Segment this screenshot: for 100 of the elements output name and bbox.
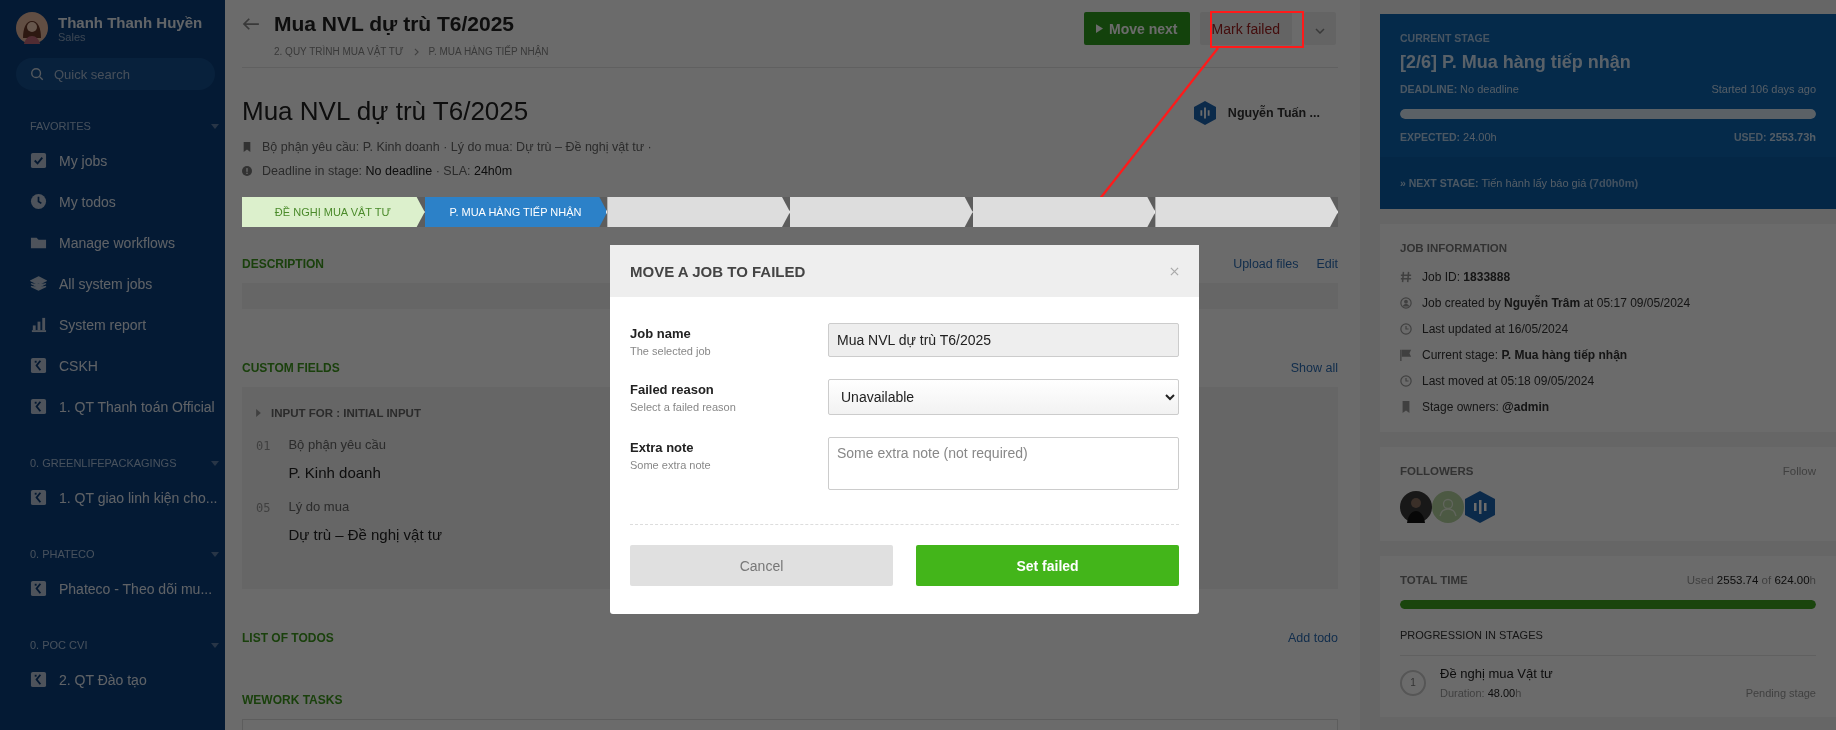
stage-step[interactable] — [790, 197, 973, 227]
nav-item[interactable]: CSKH — [59, 357, 98, 374]
stage-step[interactable] — [607, 197, 790, 227]
info-text: Job created by Nguyễn Trâm at 05:17 09/05/2024 — [1422, 296, 1691, 310]
section-title: LIST OF TODOS — [242, 631, 334, 645]
nav-item[interactable]: System report — [59, 316, 147, 333]
cancel-button[interactable]: Cancel — [630, 545, 893, 586]
used-text: USED: 2553.73h — [1733, 131, 1816, 143]
expected-text: EXPECTED: 24.00h — [1400, 131, 1497, 143]
info-text: Current stage: P. Mua hàng tiếp nhận — [1422, 348, 1628, 362]
mark-failed-button[interactable]: Mark failed — [1199, 12, 1292, 45]
clock-icon — [30, 193, 47, 210]
field-hint: The selected job — [630, 345, 711, 357]
section-title: 0. POC CVI — [30, 639, 88, 651]
next-stage-text: » NEXT STAGE: Tiến hành lấy báo giá (7d0h0m) — [1400, 177, 1639, 189]
info-text: Job ID: 1833888 — [1422, 270, 1511, 284]
hexagon-logo-icon[interactable] — [1464, 491, 1496, 523]
nav-item[interactable]: 1. QT Thanh toán Official — [59, 398, 215, 415]
card-title: FOLLOWERS — [1400, 465, 1474, 477]
card-title: TOTAL TIME — [1400, 574, 1468, 586]
info-text: Stage owners: @admin — [1422, 400, 1550, 414]
hexagon-logo-icon — [1193, 101, 1216, 125]
group-title: INPUT FOR : INITIAL INPUT — [271, 407, 421, 419]
user-icon — [1400, 297, 1412, 309]
search-field[interactable]: Quick search — [16, 58, 215, 90]
nav-item[interactable]: Manage workflows — [59, 234, 175, 251]
card-label: CURRENT STAGE — [1400, 32, 1491, 44]
caret-icon[interactable] — [211, 460, 219, 466]
modal-title: MOVE A JOB TO FAILED — [630, 262, 806, 280]
stage-step[interactable] — [1155, 197, 1339, 227]
expand-icon[interactable] — [256, 409, 261, 417]
section-title: 0. PHATECO — [30, 548, 95, 560]
action-link[interactable]: Edit — [1316, 257, 1338, 271]
add-todo-link[interactable]: Add todo — [1287, 631, 1338, 645]
alert-icon — [242, 166, 252, 176]
job-title: Mua NVL dự trù T6/2025 — [242, 96, 530, 127]
deadline-text: DEADLINE: No deadline — [1400, 83, 1519, 95]
card-title: JOB INFORMATION — [1400, 242, 1509, 254]
move-next-button[interactable]: Move next — [1084, 12, 1190, 45]
job-name-field[interactable]: Mua NVL dự trù T6/2025 — [828, 323, 1179, 357]
field-hint: Some extra note — [630, 459, 711, 471]
chevron-icon — [413, 47, 419, 56]
user-name: Thanh Thanh Huyền — [58, 13, 203, 31]
search-icon — [30, 67, 44, 81]
caret-icon — [1315, 27, 1325, 34]
job-meta-text: Bộ phận yêu cầu: P. Kinh doanh · Lý do mua: Dự trù – Đề nghị vật tư · — [262, 140, 652, 154]
play-icon — [1096, 24, 1104, 33]
nav-item[interactable]: All system jobs — [59, 275, 153, 292]
bookmark-icon — [242, 142, 252, 152]
clock-icon — [1400, 323, 1412, 335]
subsection-title: PROGRESSION IN STAGES — [1400, 629, 1544, 641]
avatar-icon[interactable] — [1400, 491, 1432, 523]
note-field[interactable]: Some extra note (not required) — [828, 437, 1179, 490]
caret-icon[interactable] — [211, 642, 219, 648]
workflow-icon — [30, 489, 47, 506]
assignee-name[interactable]: Nguyễn Tuấn ... — [1227, 106, 1320, 120]
action-link[interactable]: Upload files — [1233, 257, 1299, 271]
hash-icon — [1400, 271, 1412, 283]
stage-title: [2/6] P. Mua hàng tiếp nhận — [1400, 52, 1632, 73]
section-title: CUSTOM FIELDS — [242, 361, 340, 375]
clock-icon — [1400, 375, 1412, 387]
section-title: DESCRIPTION — [242, 257, 324, 271]
workflow-icon — [30, 357, 47, 374]
nav-item[interactable]: Phateco - Theo dõi mu... — [59, 580, 213, 597]
workflow-icon — [30, 580, 47, 597]
back-arrow-icon[interactable] — [242, 17, 260, 31]
field-label: Bộ phận yêu cầu — [288, 437, 387, 452]
nav-item[interactable]: 2. QT Đào tạo — [59, 671, 147, 688]
avatar-icon[interactable] — [16, 12, 48, 44]
field-label: Failed reason — [630, 382, 715, 397]
show-all-link[interactable]: Show all — [1290, 361, 1338, 375]
stage-name: Đề nghị mua Vật tư — [1440, 666, 1554, 681]
nav-item[interactable]: 1. QT giao linh kiện cho... — [59, 489, 218, 506]
field-hint: Select a failed reason — [630, 401, 736, 413]
page-title: Mua NVL dự trù T6/2025 — [274, 12, 515, 36]
info-text: Last updated at 16/05/2024 — [1422, 322, 1569, 336]
checkbox-icon — [30, 152, 47, 169]
section-title: WEWORK TASKS — [242, 693, 343, 707]
stage-step[interactable]: ĐỀ NGHỊ MUA VẬT TƯ — [242, 197, 425, 227]
flag-icon — [1400, 349, 1412, 361]
stage-step[interactable] — [972, 197, 1156, 227]
stage-step[interactable]: P. MUA HÀNG TIẾP NHẬN — [424, 197, 608, 227]
info-text: Last moved at 05:18 09/05/2024 — [1422, 374, 1595, 388]
workflow-icon — [30, 398, 47, 415]
section-title: 0. GREENLIFEPACKAGINGS — [30, 457, 177, 469]
close-icon[interactable] — [1170, 266, 1179, 276]
field-value: P. Kinh doanh — [288, 464, 382, 481]
section-title: FAVORITES — [30, 120, 91, 132]
caret-icon[interactable] — [211, 551, 219, 557]
nav-item[interactable]: My jobs — [59, 152, 108, 169]
field-label: Job name — [630, 326, 692, 341]
nav-item[interactable]: My todos — [59, 193, 116, 210]
bookmark-icon — [1400, 401, 1412, 413]
layers-icon — [30, 275, 47, 292]
workflow-icon — [30, 671, 47, 688]
reason-dropdown[interactable]: Unavailable — [828, 379, 1179, 415]
started-text: Started 106 days ago — [1711, 83, 1816, 95]
caret-icon[interactable] — [211, 123, 219, 129]
set-failed-button[interactable]: Set failed — [916, 545, 1179, 586]
more-dropdown-button[interactable] — [1304, 12, 1336, 45]
